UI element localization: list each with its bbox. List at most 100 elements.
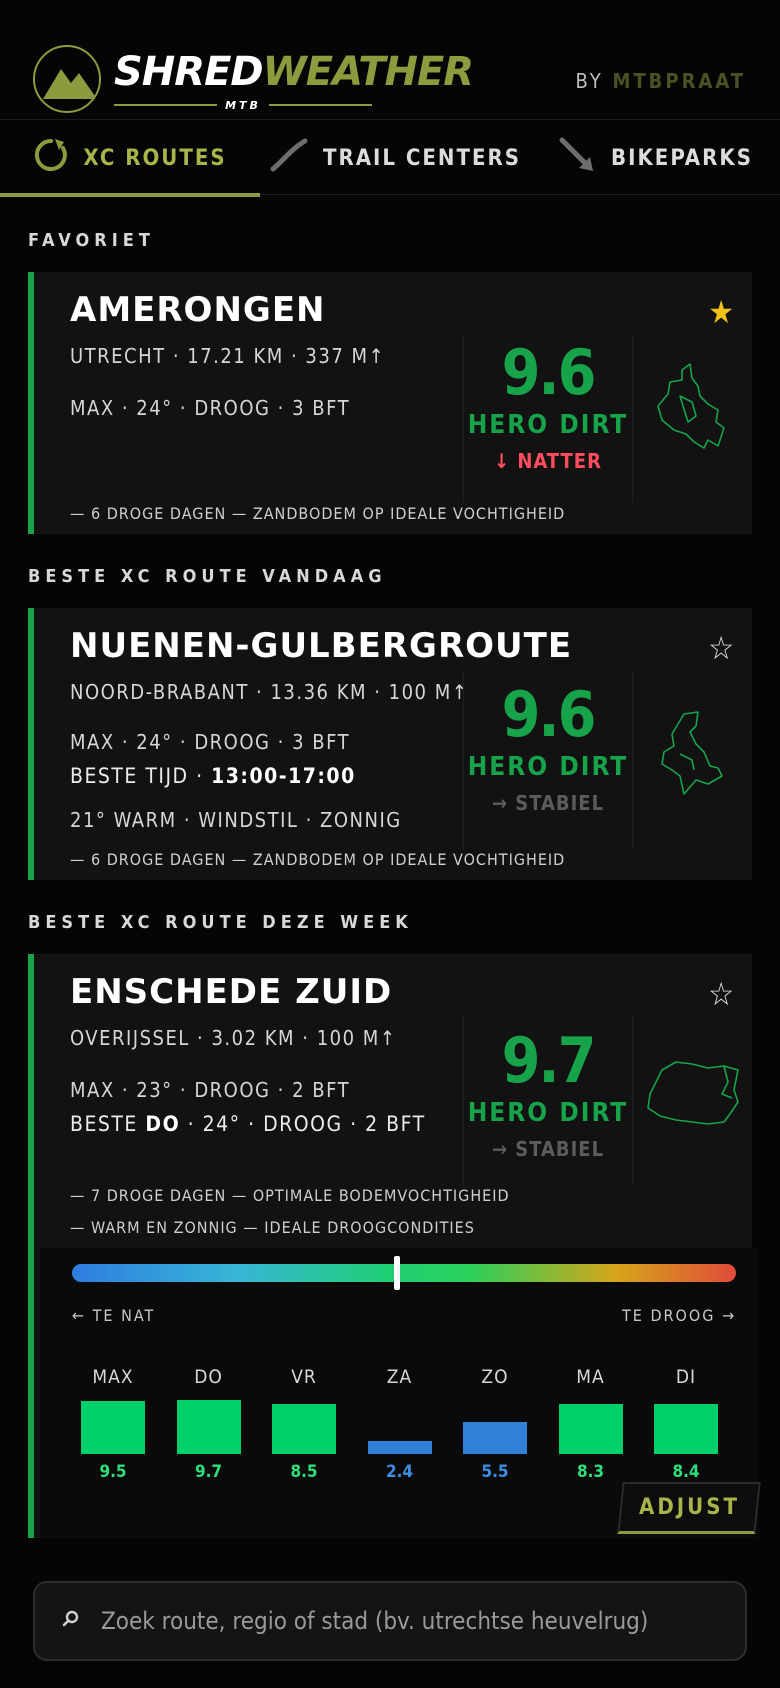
score-panel: 9.7 HERO DIRT → STABIEL [463, 1016, 633, 1186]
forecast-day-label: MAX [92, 1366, 134, 1388]
search-bar[interactable] [33, 1581, 747, 1661]
route-meta: NOORD-BRABANT · 13.36 KM · 100 M↑ [70, 680, 469, 704]
too-wet-label: ← TE NAT [72, 1306, 156, 1325]
forecast-bar [558, 1404, 623, 1454]
route-note: — 6 DROGE DAGEN — ZANDBODEM OP IDEALE VO… [70, 504, 566, 523]
forecast-value: 8.5 [290, 1462, 318, 1482]
tab-bikeparks[interactable]: BIKEPARKS [530, 121, 780, 195]
forecast-value: 2.4 [385, 1462, 414, 1482]
forecast-day-label: ZA [386, 1366, 413, 1388]
adjust-label: ADJUST [638, 1495, 740, 1520]
category-tabs: XC ROUTES TRAIL CENTERS BIKEPARKS [0, 121, 780, 197]
route-score: 9.6 [501, 336, 597, 409]
trend-indicator: ↓ NATTER [494, 449, 602, 473]
route-score: 9.7 [501, 1024, 597, 1097]
route-conditions: 21° WARM · WINDSTIL · ZONNIG [70, 808, 402, 832]
route-note: — WARM EN ZONNIG — IDEALE DROOGCONDITIES [70, 1218, 475, 1237]
mountain-logo-icon[interactable] [33, 45, 101, 113]
forecast-day[interactable]: DO 9.7 [176, 1366, 242, 1496]
route-name: NUENEN-GULBERGROUTE [70, 626, 573, 666]
forecast-value: 9.5 [99, 1462, 127, 1482]
tab-trail-centers[interactable]: TRAIL CENTERS [260, 121, 530, 195]
route-name: ENSCHEDE ZUID [70, 972, 393, 1012]
logo-word-shred: SHRED [114, 49, 264, 95]
tab-label: XC ROUTES [83, 145, 227, 171]
moisture-marker [394, 1256, 401, 1290]
forecast-bar [463, 1422, 527, 1454]
app-header: SHREDWEATHER MTB BY MTBPRAAT [0, 0, 780, 120]
best-suffix: · 24° · DROOG · 2 BFT [187, 1112, 426, 1136]
favorite-star-icon[interactable]: ★ [708, 296, 734, 328]
section-best-week-title: BESTE XC ROUTE DEZE WEEK [28, 912, 413, 933]
forecast-bar [654, 1404, 718, 1454]
route-name: AMERONGEN [70, 290, 326, 330]
route-card-nuenen[interactable]: NUENEN-GULBERGROUTE ☆ NOORD-BRABANT · 13… [28, 608, 752, 880]
forecast-bar [81, 1401, 145, 1454]
by-credit: BY MTBPRAAT [576, 69, 746, 93]
route-score: 9.6 [501, 678, 597, 751]
logo-word-weather: WEATHER [262, 49, 474, 95]
route-card-amerongen[interactable]: AMERONGEN ★ UTRECHT · 17.21 KM · 337 M↑ … [28, 272, 752, 534]
score-label: HERO DIRT [467, 1098, 629, 1128]
favorite-star-icon[interactable]: ☆ [708, 632, 734, 664]
forecast-day[interactable]: ZA 2.4 [367, 1366, 433, 1496]
search-icon [61, 1609, 101, 1634]
forecast-day[interactable]: DI 8.4 [653, 1366, 719, 1496]
tab-label: TRAIL CENTERS [322, 145, 522, 171]
forecast-day[interactable]: ZO 5.5 [462, 1366, 528, 1496]
forecast-day-label: DI [675, 1366, 697, 1388]
tab-label: BIKEPARKS [611, 145, 753, 171]
route-note: — 6 DROGE DAGEN — ZANDBODEM OP IDEALE VO… [70, 850, 566, 869]
week-forecast-panel: ← TE NAT TE DROOG → MAX 9.5 DO 9.7 VR 8.5 ZA 2.… [40, 1248, 761, 1538]
route-weather: MAX · 23° · DROOG · 2 BFT [70, 1078, 351, 1102]
route-note: — 7 DROGE DAGEN — OPTIMALE BODEMVOCHTIGH… [70, 1186, 510, 1205]
trail-icon [269, 137, 309, 179]
forecast-day[interactable]: VR 8.5 [271, 1366, 337, 1496]
app-logo[interactable]: SHREDWEATHER [114, 49, 474, 95]
forecast-day-label: MA [576, 1366, 605, 1388]
score-label: HERO DIRT [467, 752, 629, 782]
route-card-enschede[interactable]: ENSCHEDE ZUID ☆ OVERIJSSEL · 3.02 KM · 1… [28, 954, 761, 1538]
too-dry-label: TE DROOG → [622, 1306, 736, 1325]
route-map-thumbnail [634, 356, 752, 466]
forecast-day-label: VR [291, 1366, 317, 1388]
forecast-day-label: ZO [481, 1366, 509, 1388]
forecast-day-label: DO [194, 1366, 223, 1388]
section-best-today-title: BESTE XC ROUTE VANDAAG [28, 566, 387, 587]
favorite-star-icon[interactable]: ☆ [708, 978, 734, 1010]
section-favorite-title: FAVORIET [28, 230, 155, 251]
route-meta: OVERIJSSEL · 3.02 KM · 100 M↑ [70, 1026, 397, 1050]
route-map-thumbnail [634, 1042, 752, 1152]
best-time-value: 13:00-17:00 [211, 764, 356, 788]
forecast-value: 9.7 [194, 1462, 223, 1482]
route-weather: MAX · 24° · DROOG · 3 BFT [70, 730, 351, 754]
best-day: BESTE DO · 24° · DROOG · 2 BFT [70, 1112, 426, 1136]
forecast-day[interactable]: MAX 9.5 [80, 1366, 146, 1496]
route-map-thumbnail [634, 704, 752, 814]
moisture-gradient-bar [72, 1264, 736, 1282]
trend-indicator: → STABIEL [491, 1137, 605, 1161]
route-meta: UTRECHT · 17.21 KM · 337 M↑ [70, 344, 386, 368]
score-label: HERO DIRT [467, 410, 629, 440]
forecast-day[interactable]: MA 8.3 [558, 1366, 624, 1496]
brand-link[interactable]: MTBPRAAT [612, 69, 746, 93]
tab-xc-routes[interactable]: XC ROUTES [0, 121, 260, 197]
best-time: BESTE TIJD · 13:00-17:00 [70, 764, 356, 788]
trend-indicator: → STABIEL [491, 791, 605, 815]
score-panel: 9.6 HERO DIRT → STABIEL [463, 670, 633, 850]
best-prefix: BESTE [70, 1112, 138, 1136]
forecast-value: 8.4 [672, 1462, 700, 1482]
score-panel: 9.6 HERO DIRT ↓ NATTER [463, 334, 633, 502]
logo-sub-text: MTB [225, 98, 261, 112]
route-weather: MAX · 24° · DROOG · 3 BFT [70, 396, 351, 420]
search-input[interactable] [101, 1607, 721, 1635]
best-day-value: DO [145, 1112, 181, 1136]
logo-subtitle: MTB [114, 98, 372, 112]
best-time-label: BESTE TIJD · [70, 764, 204, 788]
forecast-bar [367, 1441, 432, 1454]
forecast-bar [176, 1400, 241, 1454]
by-label: BY [575, 69, 604, 93]
forecast-value: 8.3 [576, 1462, 605, 1482]
adjust-button[interactable]: ADJUST [617, 1482, 761, 1534]
loop-icon [33, 137, 69, 179]
